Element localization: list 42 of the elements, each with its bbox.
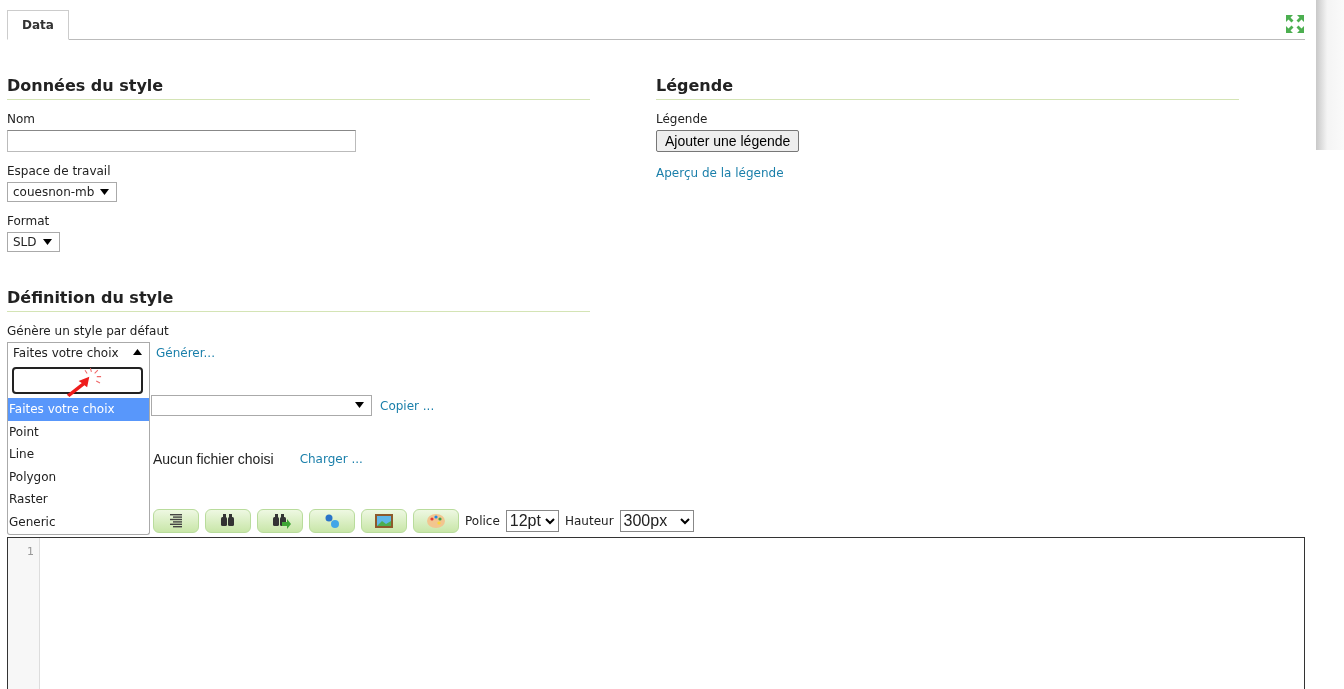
dropdown-arrow-icon bbox=[355, 402, 364, 408]
file-status-text: Aucun fichier choisi bbox=[153, 451, 274, 467]
editor-height-select[interactable]: 300px bbox=[619, 510, 694, 532]
dropdown-search-field[interactable] bbox=[12, 367, 143, 394]
dropdown-option[interactable]: Polygon bbox=[8, 465, 149, 489]
dropdown-option[interactable]: Generic bbox=[8, 510, 149, 534]
field-label: Génère un style par défaut bbox=[7, 324, 169, 338]
workspace-select[interactable]: couesnon-mb bbox=[7, 182, 118, 202]
tab[interactable]: Data bbox=[7, 10, 69, 40]
field-label: Format bbox=[7, 214, 50, 228]
section-heading: Définition du style bbox=[7, 288, 590, 312]
field-label: Légende bbox=[656, 112, 708, 126]
copy-link[interactable]: Copier ... bbox=[380, 398, 435, 413]
legend-preview-link[interactable]: Aperçu de la légende bbox=[656, 166, 784, 180]
palette-icon bbox=[425, 513, 447, 529]
dropdown-arrow-icon bbox=[42, 239, 52, 245]
field-label: Espace de travail bbox=[7, 164, 111, 178]
section-heading: Données du style bbox=[7, 76, 590, 100]
find-next-button[interactable] bbox=[257, 509, 303, 533]
font-size-select[interactable]: 12pt bbox=[505, 510, 559, 532]
dropdown-arrow-icon bbox=[100, 189, 110, 195]
font-label: Police bbox=[465, 514, 500, 528]
dropdown-option[interactable]: Raster bbox=[8, 488, 149, 511]
upload-link[interactable]: Charger ... bbox=[299, 452, 363, 466]
dropdown-option[interactable]: Line bbox=[8, 443, 149, 466]
chevron-icon bbox=[544, 517, 555, 525]
indent-button[interactable] bbox=[153, 509, 199, 533]
format-select[interactable]: SLD bbox=[7, 232, 60, 252]
name-input-field[interactable] bbox=[7, 130, 356, 152]
dropdown-arrow-icon bbox=[133, 349, 142, 355]
height-label: Hauteur bbox=[564, 514, 614, 528]
chevron-icon bbox=[679, 517, 690, 525]
generate-link[interactable]: Générer... bbox=[156, 346, 215, 360]
find-button[interactable] bbox=[205, 509, 251, 533]
fullscreen-icon[interactable] bbox=[1285, 14, 1305, 34]
image-button[interactable] bbox=[361, 509, 407, 533]
add-legend-button[interactable]: Ajouter une légende bbox=[656, 130, 800, 152]
section-heading: Légende bbox=[656, 76, 1239, 100]
image-icon bbox=[373, 513, 395, 529]
dropdown-option[interactable]: Point bbox=[8, 420, 149, 444]
line-number: 1 bbox=[27, 545, 34, 558]
field-label: Nom bbox=[7, 112, 35, 126]
